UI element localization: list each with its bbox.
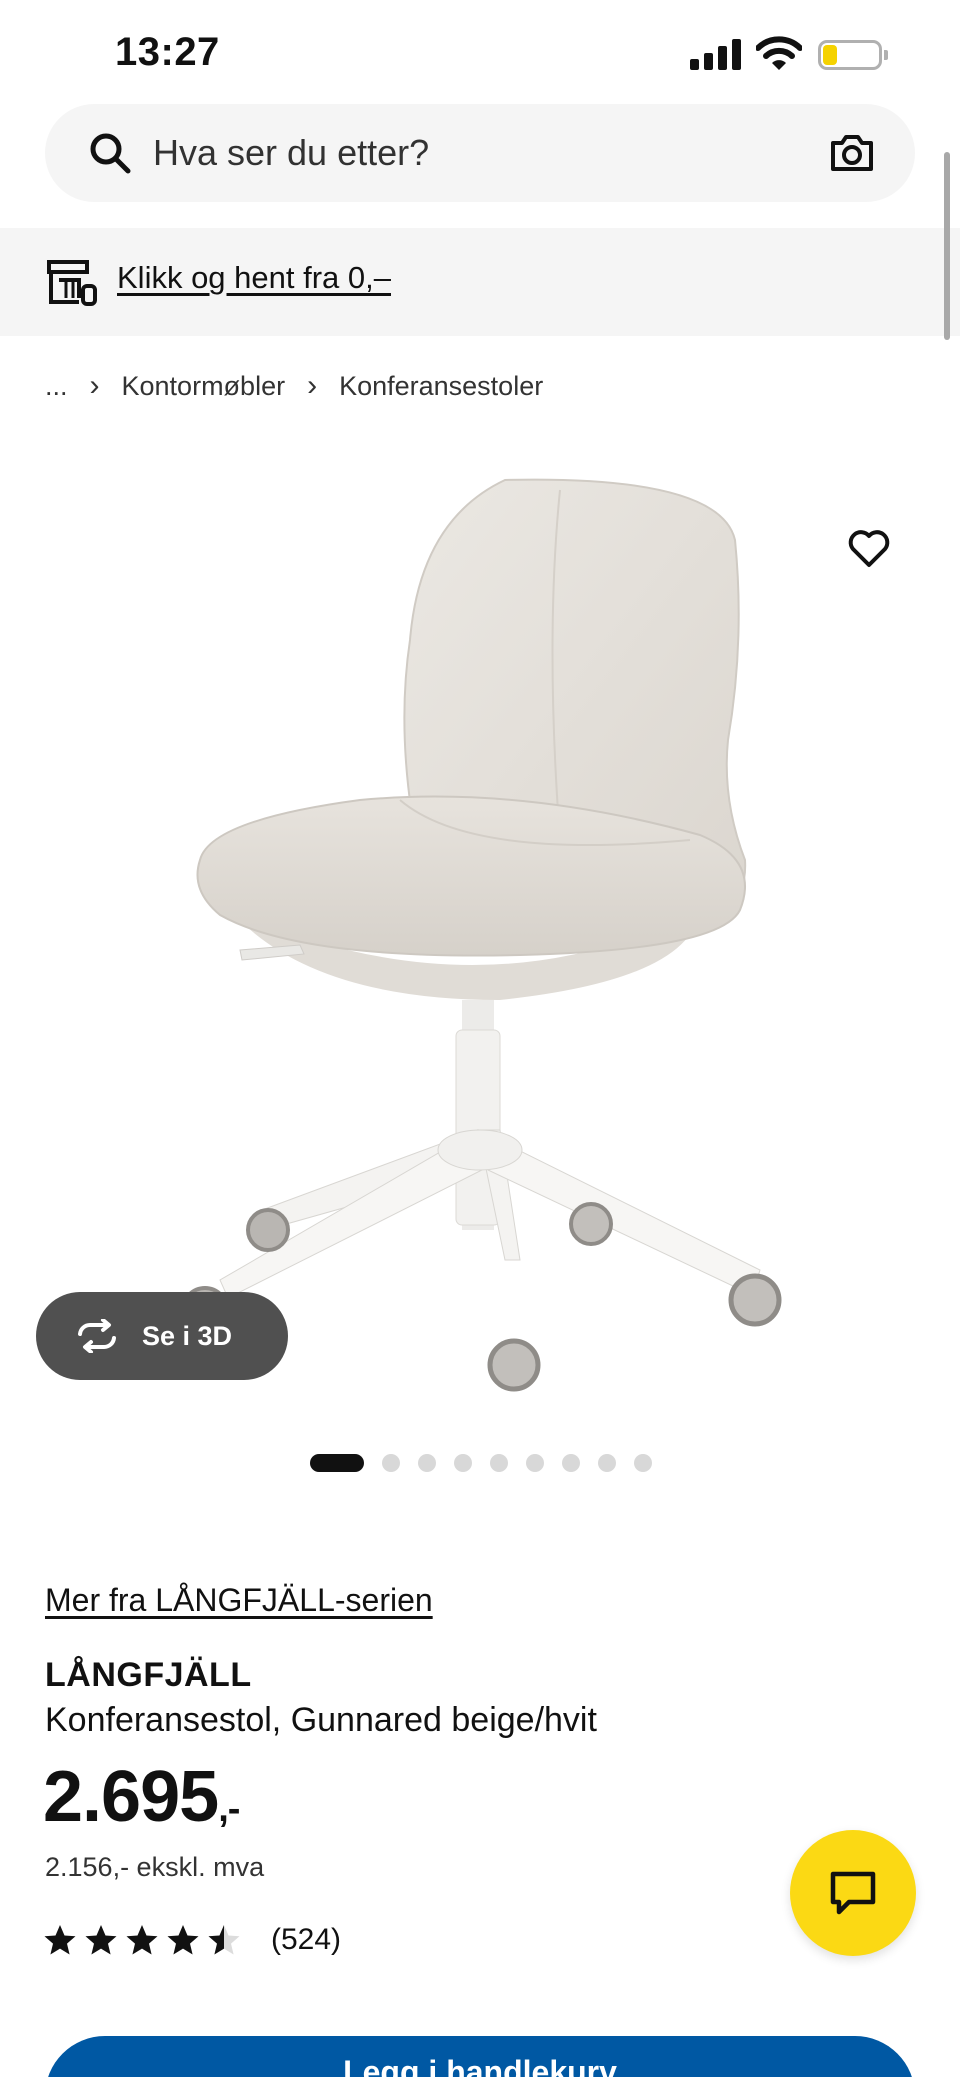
chevron-right-icon: › (307, 369, 318, 402)
half-star-icon (208, 1925, 240, 1955)
rating[interactable]: (524) (42, 1920, 341, 1960)
scrollbar[interactable] (944, 152, 950, 340)
chair-image (181, 478, 782, 1392)
star-icon (126, 1925, 158, 1955)
signal-icon (690, 38, 742, 70)
click-collect-link[interactable]: Klikk og hent fra 0,– (117, 260, 391, 296)
product-description: Konferansestol, Gunnared beige/hvit (45, 1701, 597, 1739)
product-price: 2.695,- (43, 1756, 240, 1838)
breadcrumb-ellipsis[interactable]: ... (45, 371, 68, 402)
camera-icon[interactable] (827, 128, 877, 178)
carousel-dot[interactable] (634, 1454, 652, 1472)
star-icon (167, 1925, 199, 1955)
chat-icon (830, 1871, 876, 1915)
store-icon (47, 260, 97, 306)
view-3d-label: Se i 3D (142, 1320, 233, 1351)
price-suffix: ,- (218, 1788, 240, 1830)
carousel-dot[interactable] (382, 1454, 400, 1472)
battery-icon (818, 40, 888, 70)
chat-button[interactable] (790, 1830, 916, 1956)
breadcrumb: ... › Kontormøbler › Konferansestoler (45, 366, 543, 406)
click-collect-banner[interactable]: Klikk og hent fra 0,– (0, 228, 960, 336)
add-to-cart-button[interactable]: Legg i handlekurv (45, 2036, 915, 2077)
breadcrumb-item-kontormobler[interactable]: Kontormøbler (122, 371, 286, 402)
carousel-dot[interactable] (418, 1454, 436, 1472)
view-3d-button[interactable]: Se i 3D (36, 1292, 288, 1380)
carousel-dot[interactable] (598, 1454, 616, 1472)
series-link[interactable]: Mer fra LÅNGFJÄLL-serien (45, 1582, 433, 1619)
chevron-right-icon: › (89, 369, 100, 402)
star-icon (44, 1925, 76, 1955)
carousel-indicator[interactable] (310, 1452, 670, 1474)
status-time: 13:27 (115, 30, 220, 74)
status-bar: 13:27 (0, 0, 960, 100)
carousel-dot-active[interactable] (310, 1454, 364, 1472)
search-icon (90, 133, 131, 174)
carousel-dot[interactable] (562, 1454, 580, 1472)
product-image[interactable] (0, 440, 960, 1430)
wifi-icon (756, 36, 802, 70)
breadcrumb-item-konferansestoler[interactable]: Konferansestoler (339, 371, 543, 402)
star-icon (85, 1925, 117, 1955)
favorite-button[interactable] (840, 520, 898, 578)
search-input[interactable] (153, 128, 713, 178)
product-name: LÅNGFJÄLL (45, 1656, 252, 1694)
rotate-3d-icon (78, 1319, 116, 1353)
carousel-dot[interactable] (490, 1454, 508, 1472)
carousel-dot[interactable] (526, 1454, 544, 1472)
price-main: 2.695 (43, 1757, 219, 1837)
carousel-dot[interactable] (454, 1454, 472, 1472)
search-bar[interactable] (45, 104, 915, 202)
review-count: (524) (271, 1923, 342, 1956)
price-ex-vat: 2.156,- ekskl. mva (45, 1852, 265, 1882)
heart-icon (848, 530, 890, 567)
